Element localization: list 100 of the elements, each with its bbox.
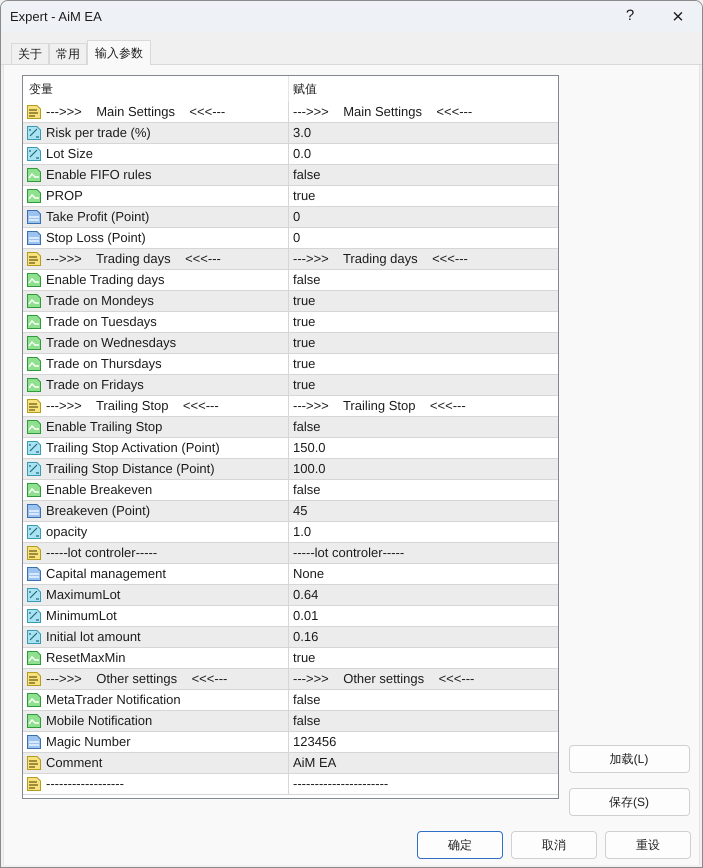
side-button[interactable]: 保存(S) [568, 788, 690, 816]
parameter-value[interactable]: 0 [293, 228, 300, 248]
parameter-value[interactable]: false [293, 270, 320, 290]
parameter-value[interactable]: false [293, 417, 320, 437]
variable-icon [26, 587, 42, 603]
parameter-value[interactable]: --->>> Main Settings <<<--- [293, 102, 472, 122]
parameter-value[interactable]: -----lot controler----- [293, 543, 404, 563]
variable-name: Enable Trading days [46, 271, 165, 290]
toggle-icon [26, 335, 42, 351]
dialog-button[interactable]: 重设 [605, 831, 691, 859]
variable-icon [26, 440, 42, 456]
parameter-value[interactable]: true [293, 291, 316, 311]
column-header[interactable]: 赋值 [289, 76, 558, 102]
parameter-value[interactable]: 150.0 [293, 438, 326, 458]
variable-name: Enable Breakeven [46, 481, 152, 500]
parameter-value[interactable]: None [293, 564, 324, 584]
parameter-value[interactable]: false [293, 690, 320, 710]
parameter-value[interactable]: true [293, 333, 316, 353]
variable-name: MinimumLot [46, 607, 117, 626]
variable-name: Trade on Mondeys [46, 292, 154, 310]
parameter-value[interactable]: 45 [293, 501, 308, 521]
variable-name: --->>> Trailing Stop <<<--- [46, 397, 219, 416]
variable-name: Enable FIFO rules [46, 166, 152, 184]
parameter-value[interactable]: false [293, 165, 320, 185]
variable-name: Trade on Thursdays [46, 355, 162, 374]
variable-icon [26, 461, 42, 477]
parameter-value[interactable]: 0.64 [293, 585, 318, 605]
variable-name: Magic Number [46, 733, 131, 752]
variable-icon [26, 608, 42, 624]
variable-icon [26, 503, 42, 519]
parameter-value[interactable]: AiM EA [293, 753, 336, 773]
parameter-value[interactable]: true [293, 186, 316, 206]
variable-icon [26, 671, 42, 687]
parameter-value[interactable]: 0 [293, 207, 300, 227]
dialog-button[interactable]: 取消 [511, 831, 597, 859]
parameter-value[interactable]: true [293, 312, 316, 332]
parameter-value[interactable]: 123456 [293, 732, 336, 752]
variable-name: Risk per trade (%) [46, 124, 151, 142]
parameter-value[interactable]: --->>> Other settings <<<--- [293, 669, 474, 689]
variable-name: Mobile Notification [46, 712, 152, 730]
variable-name: Stop Loss (Point) [46, 229, 146, 248]
parameter-value[interactable]: 0.0 [293, 144, 312, 164]
parameter-value[interactable]: ---------------------- [293, 774, 388, 794]
variable-name: MetaTrader Notification [46, 691, 181, 710]
toggle-icon [26, 167, 42, 183]
parameter-value[interactable]: false [293, 480, 320, 500]
parameter-value[interactable]: 100.0 [293, 459, 326, 479]
parameter-value[interactable]: true [293, 375, 316, 395]
variable-name: ResetMaxMin [46, 649, 126, 668]
tab[interactable]: 关于 [11, 43, 49, 64]
close-button[interactable]: × [658, 2, 698, 30]
variable-name: Capital management [46, 565, 166, 584]
toggle-icon [26, 713, 42, 729]
tab[interactable]: 输入参数 [87, 40, 151, 65]
variable-icon [26, 104, 42, 120]
variable-icon [26, 755, 42, 771]
parameter-value[interactable]: 1.0 [293, 522, 312, 542]
variable-icon [26, 776, 42, 792]
dialog-button[interactable]: 确定 [417, 831, 503, 859]
variable-name: Comment [46, 754, 102, 772]
toggle-icon [26, 377, 42, 393]
variable-name: Take Profit (Point) [46, 208, 150, 226]
parameter-value[interactable]: 3.0 [293, 123, 312, 143]
parameter-value[interactable]: 0.01 [293, 606, 318, 626]
parameter-value[interactable]: 0.16 [293, 627, 318, 647]
parameter-value[interactable]: true [293, 648, 316, 668]
variable-name: Trade on Tuesdays [46, 313, 157, 332]
variable-icon [26, 125, 42, 141]
tab[interactable]: 常用 [49, 43, 87, 64]
variable-name: PROP [46, 187, 83, 206]
variable-name: Trailing Stop Activation (Point) [46, 439, 220, 458]
variable-icon [26, 524, 42, 540]
variable-name: Trailing Stop Distance (Point) [46, 460, 215, 478]
variable-name: opacity [46, 523, 88, 542]
parameter-value[interactable]: false [293, 711, 320, 731]
variable-name: Initial lot amount [46, 628, 141, 646]
variable-name: --->>> Other settings <<<--- [46, 670, 228, 688]
variable-name: Lot Size [46, 145, 93, 164]
variable-name: Breakeven (Point) [46, 502, 150, 520]
variable-icon [26, 629, 42, 645]
toggle-icon [26, 293, 42, 309]
variable-icon [26, 398, 42, 414]
variable-name: ------------------ [46, 775, 124, 794]
parameter-value[interactable]: --->>> Trading days <<<--- [293, 249, 468, 269]
variable-name: --->>> Trading days <<<--- [46, 250, 221, 268]
variable-icon [26, 146, 42, 162]
parameter-value[interactable]: --->>> Trailing Stop <<<--- [293, 396, 466, 416]
variable-name: --->>> Main Settings <<<--- [46, 103, 226, 122]
parameter-value[interactable]: true [293, 354, 316, 374]
variable-name: Enable Trailing Stop [46, 418, 162, 436]
toggle-icon [26, 419, 42, 435]
window-title: Expert - AiM EA [10, 8, 103, 26]
variable-icon [26, 545, 42, 561]
variable-name: Trade on Wednesdays [46, 334, 176, 352]
variable-name: -----lot controler----- [46, 544, 158, 562]
side-button[interactable]: 加载(L) [568, 745, 690, 773]
variable-icon [26, 209, 42, 225]
variable-name: Trade on Fridays [46, 376, 144, 394]
help-button[interactable]: ? [610, 2, 650, 30]
variable-icon [26, 251, 42, 267]
